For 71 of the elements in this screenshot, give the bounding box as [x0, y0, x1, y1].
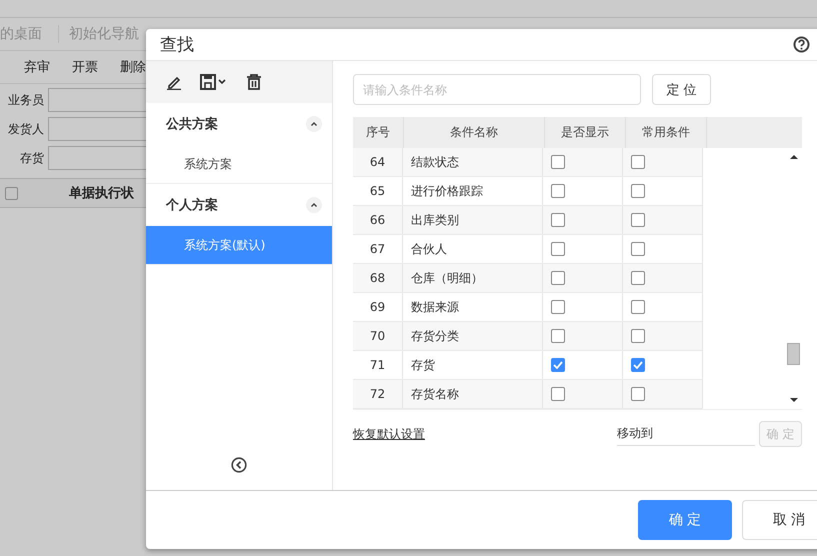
table-row[interactable]: 65 进行价格跟踪	[353, 177, 703, 206]
toolbar-button[interactable]: 开票	[72, 58, 98, 76]
condition-name: 存货	[403, 351, 543, 379]
table-row[interactable]: 68 仓库（明细）	[353, 264, 703, 293]
scheme-item[interactable]: 系统方案	[146, 145, 332, 183]
collapse-icon[interactable]	[306, 116, 322, 132]
restore-defaults-link[interactable]: 恢复默认设置	[353, 426, 425, 442]
row-number: 64	[353, 148, 403, 176]
show-checkbox[interactable]	[551, 184, 565, 198]
show-checkbox[interactable]	[551, 329, 565, 343]
common-checkbox[interactable]	[631, 242, 645, 256]
common-checkbox[interactable]	[631, 300, 645, 314]
collapse-panel-icon[interactable]	[231, 457, 247, 473]
common-checkbox[interactable]	[631, 184, 645, 198]
collapse-icon[interactable]	[306, 197, 322, 213]
show-checkbox[interactable]	[551, 213, 565, 227]
common-checkbox[interactable]	[631, 213, 645, 227]
filter-label: 发货人	[7, 120, 44, 138]
filter-label: 业务员	[7, 92, 44, 108]
common-checkbox[interactable]	[631, 271, 645, 285]
table-row[interactable]: 69 数据来源	[353, 293, 703, 322]
show-checkbox[interactable]	[551, 387, 565, 401]
toolbar-button[interactable]: 删除	[120, 58, 146, 76]
show-checkbox[interactable]	[551, 271, 565, 285]
header-checkbox[interactable]	[5, 186, 18, 200]
common-checkbox[interactable]	[631, 329, 645, 343]
table-row[interactable]: 71 存货	[353, 351, 703, 380]
edit-icon[interactable]	[166, 74, 182, 90]
common-checkbox[interactable]	[631, 387, 645, 401]
show-checkbox[interactable]	[551, 155, 565, 169]
column-header: 单据执行状	[69, 185, 134, 202]
locate-button[interactable]: 定 位	[652, 74, 711, 105]
condition-name: 进行价格跟踪	[403, 177, 543, 205]
table-row[interactable]: 67 合伙人	[353, 235, 703, 264]
row-number: 66	[353, 206, 403, 234]
row-number: 65	[353, 177, 403, 205]
row-number: 70	[353, 322, 403, 350]
show-checkbox[interactable]	[551, 358, 565, 372]
condition-name: 存货名称	[403, 380, 543, 408]
show-checkbox[interactable]	[551, 242, 565, 256]
row-number: 69	[353, 293, 403, 321]
row-number: 68	[353, 264, 403, 292]
common-checkbox[interactable]	[631, 358, 645, 372]
table-row[interactable]: 66 出库类别	[353, 206, 703, 235]
group-title[interactable]: 个人方案	[166, 196, 218, 214]
filter-label: 存货	[19, 150, 44, 166]
condition-name: 存货分类	[403, 322, 543, 350]
row-number: 72	[353, 380, 403, 408]
condition-name: 结款状态	[403, 148, 543, 176]
condition-name: 仓库（明细）	[403, 264, 543, 292]
condition-name: 出库类别	[403, 206, 543, 234]
row-number: 67	[353, 235, 403, 263]
show-checkbox[interactable]	[551, 300, 565, 314]
help-icon[interactable]	[793, 36, 810, 53]
common-checkbox[interactable]	[631, 155, 645, 169]
table-row[interactable]: 64 结款状态	[353, 148, 703, 177]
condition-name: 数据来源	[403, 293, 543, 321]
row-number: 71	[353, 351, 403, 379]
condition-name: 合伙人	[403, 235, 543, 263]
dialog-title: 查找	[160, 34, 194, 56]
group-title[interactable]: 公共方案	[166, 115, 218, 133]
table-row[interactable]: 70 存货分类	[353, 322, 703, 351]
scroll-thumb[interactable]	[787, 342, 800, 364]
toolbar-button[interactable]: 弃审	[24, 58, 50, 76]
delete-icon[interactable]	[246, 74, 262, 90]
scroll-down-icon[interactable]	[790, 397, 798, 403]
table-row[interactable]: 72 存货名称	[353, 380, 703, 409]
cancel-button[interactable]: 取 消	[742, 500, 817, 540]
scroll-up-icon[interactable]	[790, 154, 798, 160]
save-icon[interactable]	[200, 74, 228, 90]
search-field[interactable]: 请输入条件名称	[353, 74, 641, 105]
